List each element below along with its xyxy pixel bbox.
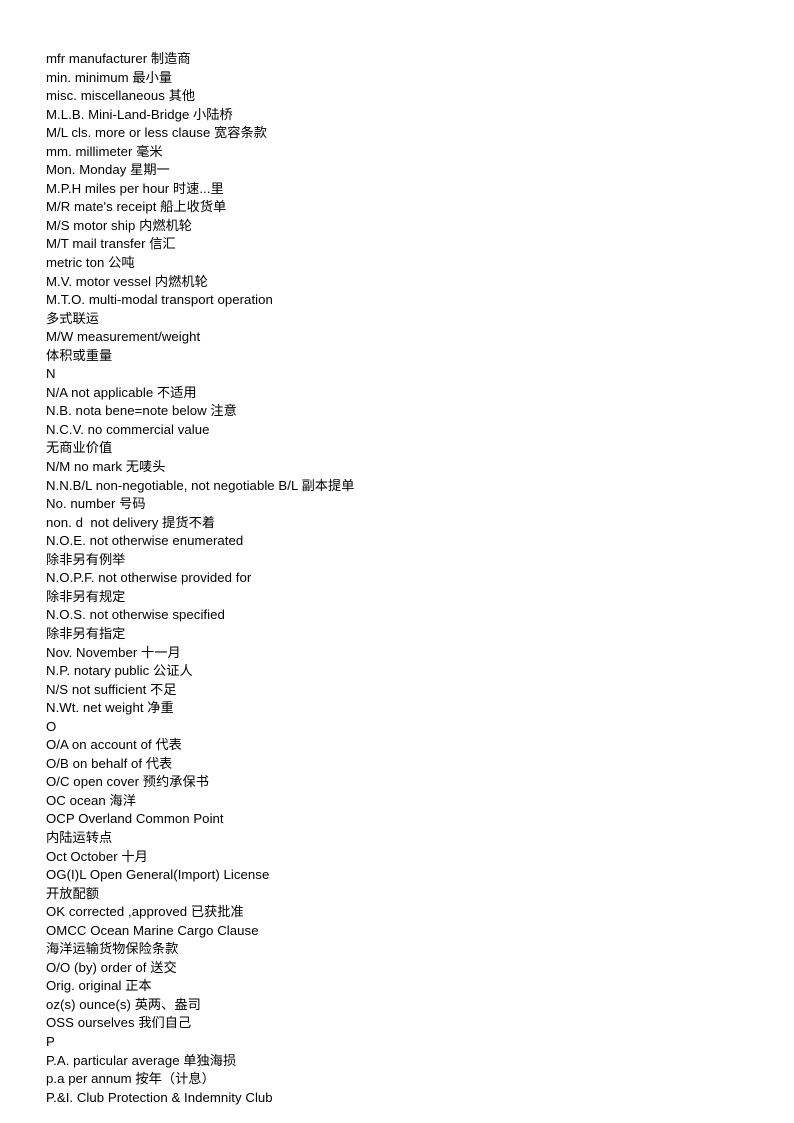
glossary-entry-continuation: 体积或重量 [46, 347, 113, 363]
glossary-entry: M/L cls. more or less clause 宽容条款 [46, 125, 268, 141]
glossary-entry: M.V. motor vessel 内燃机轮 [46, 273, 208, 289]
glossary-entry: O/B on behalf of 代表 [46, 755, 173, 771]
glossary-entry-continuation: 开放配额 [46, 885, 99, 901]
document-page: mfr manufacturer 制造商 min. minimum 最小量 misc… [0, 0, 794, 1123]
glossary-entry: non. d not delivery 提货不着 [46, 514, 216, 530]
glossary-entry: O/O (by) order of 送交 [46, 959, 177, 975]
glossary-entry: M/R mate's receipt 船上收货单 [46, 199, 227, 215]
glossary-entry: N.P. notary public 公证人 [46, 663, 193, 679]
glossary-list: mfr manufacturer 制造商 min. minimum 最小量 misc… [46, 50, 746, 1107]
glossary-entry: Oct October 十月 [46, 848, 148, 864]
glossary-entry: OC ocean 海洋 [46, 792, 136, 808]
glossary-entry: mfr manufacturer 制造商 [46, 51, 191, 66]
glossary-entry: N.O.S. not otherwise specified [46, 607, 225, 623]
glossary-entry: N.O.P.F. not otherwise provided for [46, 570, 252, 586]
glossary-entry: N/M no mark 无唛头 [46, 459, 166, 475]
glossary-entry: O/C open cover 预约承保书 [46, 774, 209, 790]
glossary-entry: misc. miscellaneous 其他 [46, 88, 196, 104]
glossary-entry: N.O.E. not otherwise enumerated [46, 533, 244, 549]
glossary-entry: N.B. nota bene=note below 注意 [46, 403, 237, 419]
glossary-entry-continuation: 除非另有规定 [46, 588, 126, 604]
glossary-entry: M.T.O. multi-modal transport operation [46, 292, 273, 308]
glossary-entry: Nov. November 十一月 [46, 644, 181, 660]
glossary-entry: OCP Overland Common Point [46, 811, 224, 827]
glossary-entry: M/T mail transfer 信汇 [46, 236, 176, 252]
glossary-entry-continuation: 无商业价值 [46, 440, 113, 456]
glossary-entry: OSS ourselves 我们自己 [46, 1015, 192, 1031]
glossary-entry-continuation: 除非另有指定 [46, 625, 126, 641]
glossary-entry-continuation: 除非另有例举 [46, 551, 126, 567]
glossary-entry: O/A on account of 代表 [46, 737, 182, 753]
section-letter: P [46, 1033, 55, 1049]
glossary-entry: metric ton 公吨 [46, 255, 135, 271]
glossary-entry: Mon. Monday 星期一 [46, 162, 170, 178]
section-letter: O [46, 718, 57, 734]
glossary-entry: M.P.H miles per hour 时速...里 [46, 180, 224, 196]
glossary-entry: Orig. original 正本 [46, 978, 152, 994]
glossary-entry-continuation: 内陆运转点 [46, 829, 113, 845]
glossary-entry: p.a per annum 按年（计息） [46, 1071, 215, 1087]
glossary-entry: OG(I)L Open General(Import) License [46, 867, 270, 883]
glossary-entry: OMCC Ocean Marine Cargo Clause [46, 922, 259, 938]
glossary-entry: N.Wt. net weight 净重 [46, 700, 174, 716]
glossary-entry: No. number 号码 [46, 496, 146, 512]
glossary-entry: N/S not sufficient 不足 [46, 681, 177, 697]
glossary-entry: OK corrected ,approved 已获批准 [46, 904, 244, 920]
glossary-entry: N.C.V. no commercial value [46, 421, 210, 437]
glossary-entry: N/A not applicable 不适用 [46, 384, 197, 400]
glossary-entry: M/S motor ship 内燃机轮 [46, 217, 193, 233]
glossary-entry: min. minimum 最小量 [46, 69, 173, 85]
glossary-entry: mm. millimeter 毫米 [46, 143, 163, 159]
section-letter: N [46, 366, 56, 382]
glossary-entry: P.&I. Club Protection & Indemnity Club [46, 1089, 273, 1105]
glossary-entry: M/W measurement/weight [46, 329, 201, 345]
glossary-entry-continuation: 多式联运 [46, 310, 99, 326]
glossary-entry: P.A. particular average 单独海损 [46, 1052, 237, 1068]
glossary-entry-continuation: 海洋运输货物保险条款 [46, 941, 179, 957]
glossary-entry: N.N.B/L non-negotiable, not negotiable B… [46, 477, 355, 493]
glossary-entry: oz(s) ounce(s) 英两、盎司 [46, 996, 201, 1012]
glossary-entry: M.L.B. Mini-Land-Bridge 小陆桥 [46, 106, 233, 122]
